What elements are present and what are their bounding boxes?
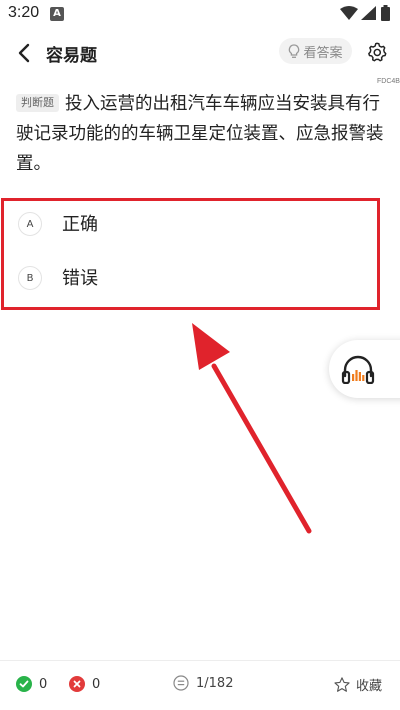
correct-count: 0 bbox=[16, 676, 47, 692]
wrong-count-value: 0 bbox=[92, 676, 101, 692]
favorite-button[interactable]: 收藏 bbox=[333, 675, 382, 694]
question-progress-button[interactable]: 1/182 bbox=[173, 675, 233, 691]
x-circle-icon bbox=[69, 676, 85, 692]
correct-count-value: 0 bbox=[39, 676, 48, 692]
view-answer-button[interactable]: 看答案 bbox=[279, 38, 352, 64]
star-icon bbox=[334, 676, 350, 692]
battery-icon bbox=[381, 5, 390, 21]
wrong-count: 0 bbox=[69, 676, 100, 692]
progress-value: 1/182 bbox=[196, 675, 234, 691]
audio-play-button[interactable] bbox=[329, 340, 400, 398]
question-code: FDC4B bbox=[377, 78, 400, 85]
gear-icon bbox=[368, 42, 387, 62]
favorite-label: 收藏 bbox=[356, 679, 383, 694]
page-title: 容易题 bbox=[46, 46, 97, 66]
bottom-bar: 0 0 1/182 收藏 bbox=[0, 660, 400, 710]
highlight-box-annotation bbox=[1, 198, 380, 310]
back-arrow-icon bbox=[18, 43, 30, 63]
header: 容易题 看答案 bbox=[0, 32, 400, 76]
status-time: 3:20 bbox=[8, 4, 40, 21]
lightbulb-icon bbox=[289, 43, 300, 58]
check-circle-icon bbox=[16, 676, 32, 692]
list-icon bbox=[173, 675, 189, 691]
app-notification-icon: A bbox=[50, 7, 64, 21]
headphones-icon bbox=[341, 355, 375, 384]
question-text: 投入运营的出租汽车车辆应当安装具有行驶记录功能的的车辆卫星定位装置、应急报警装置… bbox=[16, 94, 384, 174]
view-answer-label: 看答案 bbox=[303, 45, 343, 61]
status-bar: 3:20 A bbox=[0, 0, 400, 28]
wifi-icon bbox=[340, 6, 358, 20]
question-type-tag: 判断题 bbox=[16, 94, 59, 112]
settings-button[interactable] bbox=[364, 38, 390, 66]
signal-icon bbox=[361, 6, 376, 20]
back-button[interactable] bbox=[10, 38, 38, 68]
question-text-block: 判断题 投入运营的出租汽车车辆应当安装具有行驶记录功能的的车辆卫星定位装置、应急报… bbox=[16, 89, 386, 179]
